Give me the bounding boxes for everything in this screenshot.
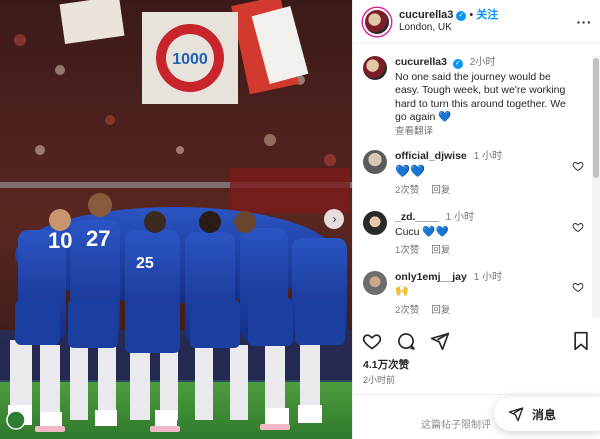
post-image[interactable]: 1000 10 27 25 › xyxy=(0,0,352,439)
more-options-icon[interactable]: ··· xyxy=(577,14,593,30)
comment-time[interactable]: 1 小时 xyxy=(474,272,502,283)
jersey-number: 27 xyxy=(86,226,110,251)
comment-likes[interactable]: 2次赞 xyxy=(395,185,419,197)
reply-button[interactable]: 回复 xyxy=(431,305,450,317)
avatar[interactable] xyxy=(363,149,387,174)
follow-button[interactable]: 关注 xyxy=(476,9,498,22)
banner-text: 1000 xyxy=(172,51,208,68)
message-label: 消息 xyxy=(532,407,557,422)
reply-button[interactable]: 回复 xyxy=(431,245,450,257)
verified-badge-icon: ✓ xyxy=(452,59,463,69)
post-header: cucurella3 ✓ • 关注 London, UK ··· xyxy=(353,0,600,44)
header-username[interactable]: cucurella3 xyxy=(399,9,453,22)
instagram-post: 1000 10 27 25 › cucurella3 ✓ • 关注 London… xyxy=(0,0,600,439)
comment-footer: 这篇帖子限制评 消息 xyxy=(353,394,600,439)
comments-scrollbar[interactable] xyxy=(592,56,600,318)
heart-icon[interactable] xyxy=(572,221,584,233)
jersey-number: 10 xyxy=(48,228,72,253)
location-link[interactable]: London, UK xyxy=(399,22,577,34)
comment-text: Cucu 💙💙 xyxy=(395,225,449,238)
action-bar xyxy=(361,330,592,352)
team-huddle-photo: 1000 10 27 25 xyxy=(0,0,352,439)
caption-time[interactable]: 2小时 xyxy=(470,57,496,68)
comment-username[interactable]: official_djwise xyxy=(395,150,467,162)
heart-icon[interactable] xyxy=(572,281,584,293)
caption-username[interactable]: cucurella3 xyxy=(395,56,447,68)
post-date[interactable]: 2小时前 xyxy=(363,373,395,386)
comment: official_djwise 1 小时 💙💙 2次赞 回复 xyxy=(363,149,590,197)
avatar[interactable] xyxy=(363,270,387,295)
bookmark-icon[interactable] xyxy=(570,330,592,352)
like-icon[interactable] xyxy=(361,330,383,352)
comment-username[interactable]: _zd.____ xyxy=(395,211,439,223)
post-side-panel: cucurella3 ✓ • 关注 London, UK ··· cucurel… xyxy=(352,0,600,439)
comment-text: 🙌 xyxy=(395,285,409,298)
comments-restricted-text: 这篇帖子限制评 xyxy=(421,420,491,431)
caption: cucurella3 ✓ 2小时 No one said the journey… xyxy=(363,56,590,138)
translate-link[interactable]: 查看翻译 xyxy=(395,126,590,138)
like-count[interactable]: 4.1万次赞 xyxy=(363,357,409,372)
avatar[interactable] xyxy=(363,7,391,36)
reply-button[interactable]: 回复 xyxy=(431,185,450,197)
comment: _zd.____ 1 小时 Cucu 💙💙 1次赞 回复 xyxy=(363,211,590,257)
send-icon xyxy=(508,407,524,422)
comment-time[interactable]: 1 小时 xyxy=(446,212,474,223)
verified-badge-icon: ✓ xyxy=(456,10,467,21)
comment-time[interactable]: 1 小时 xyxy=(474,151,502,162)
comment-icon[interactable] xyxy=(395,330,417,352)
comment-username[interactable]: only1emj__jay xyxy=(395,271,467,283)
share-icon[interactable] xyxy=(429,330,451,352)
next-image-button[interactable]: › xyxy=(324,209,344,229)
chevron-right-icon: › xyxy=(332,212,337,226)
separator: • xyxy=(469,8,474,21)
avatar[interactable] xyxy=(363,56,387,80)
caption-text: No one said the journey would be easy. T… xyxy=(395,70,566,124)
comment-likes[interactable]: 1次赞 xyxy=(395,245,419,257)
jersey-number: 25 xyxy=(136,255,154,272)
message-button[interactable]: 消息 xyxy=(494,397,600,431)
comment-text: 💙💙 xyxy=(395,164,425,179)
scrollbar-thumb[interactable] xyxy=(593,58,599,178)
comments-list: cucurella3 ✓ 2小时 No one said the journey… xyxy=(353,48,590,320)
heart-icon[interactable] xyxy=(572,160,584,172)
avatar[interactable] xyxy=(363,211,387,236)
comment: only1emj__jay 1 小时 🙌 2次赞 回复 xyxy=(363,270,590,317)
comment-likes[interactable]: 2次赞 xyxy=(395,305,419,317)
